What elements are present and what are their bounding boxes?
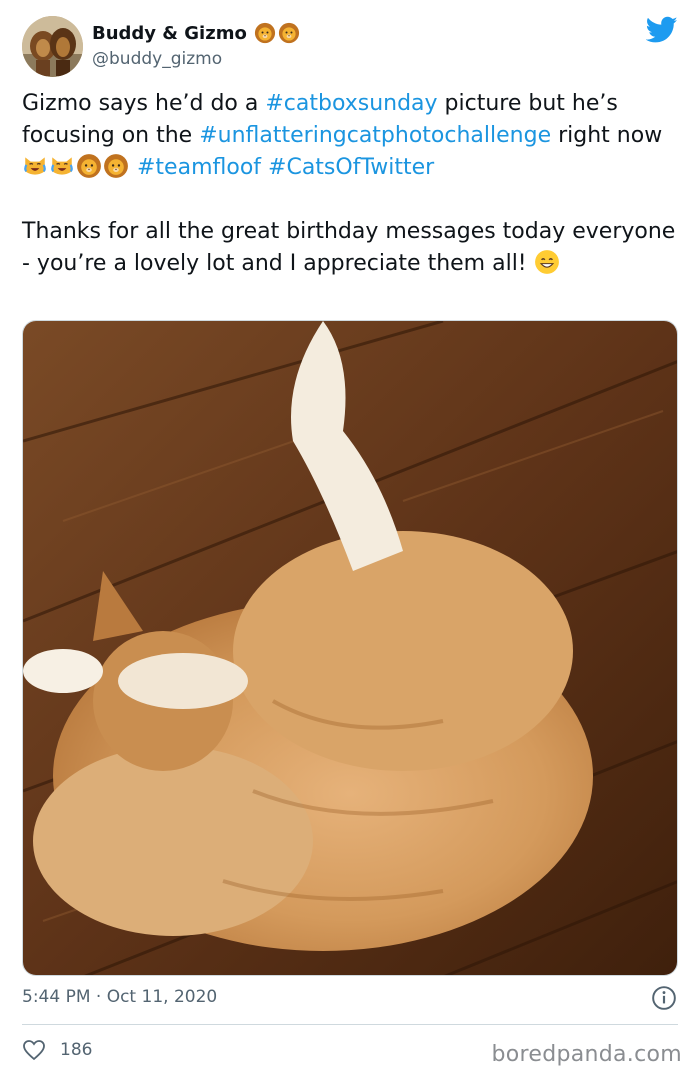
tweet-paragraph-2: Thanks for all the great birthday messag… (22, 216, 682, 280)
avatar[interactable] (22, 16, 83, 77)
lion-emoji-group (254, 22, 300, 44)
twitter-bird-icon[interactable] (646, 16, 678, 44)
tweet-text-segment: Gizmo says he’d do a (22, 91, 266, 116)
like-count: 186 (60, 1040, 93, 1060)
tweet-text-segment: right now (551, 122, 663, 148)
avatar-image (22, 16, 83, 77)
hashtag-teamfloof[interactable]: #teamfloof (137, 155, 261, 180)
lion-emoji-icon (254, 22, 276, 44)
cat-on-wood-floor-image (23, 321, 677, 975)
author-row: Buddy & Gizmo (92, 22, 300, 44)
tweet-photo[interactable] (22, 320, 678, 976)
like-button[interactable]: 186 (22, 1039, 92, 1061)
heart-icon (23, 1040, 45, 1061)
tweet-text-segment: Thanks for all the great birthday messag… (22, 218, 676, 276)
author-name[interactable]: Buddy & Gizmo (92, 23, 247, 44)
grinning-face-icon (534, 249, 560, 275)
hashtag-catboxsunday[interactable]: #catboxsunday (265, 91, 437, 116)
tears-of-joy-cat-icon (49, 153, 75, 179)
watermark: boredpanda.com (491, 1042, 682, 1067)
hashtag-unflatteringcatphotochallenge[interactable]: #unflatteringcatphotochallenge (199, 123, 551, 148)
tweet-timestamp[interactable]: 5:44 PM · Oct 11, 2020 (22, 987, 217, 1007)
divider (22, 1024, 678, 1025)
tears-of-joy-cat-icon (22, 153, 48, 179)
author-handle[interactable]: @buddy_gizmo (92, 49, 222, 69)
hashtag-catsoftwitter[interactable]: #CatsOfTwitter (268, 155, 434, 180)
info-icon[interactable] (651, 985, 677, 1011)
tweet-text: Gizmo says he’d do a #catboxsunday pictu… (22, 88, 682, 279)
lion-emoji-icon (76, 153, 102, 179)
tweet-paragraph-1: Gizmo says he’d do a #catboxsunday pictu… (22, 88, 682, 184)
lion-emoji-icon (278, 22, 300, 44)
lion-emoji-icon (103, 153, 129, 179)
